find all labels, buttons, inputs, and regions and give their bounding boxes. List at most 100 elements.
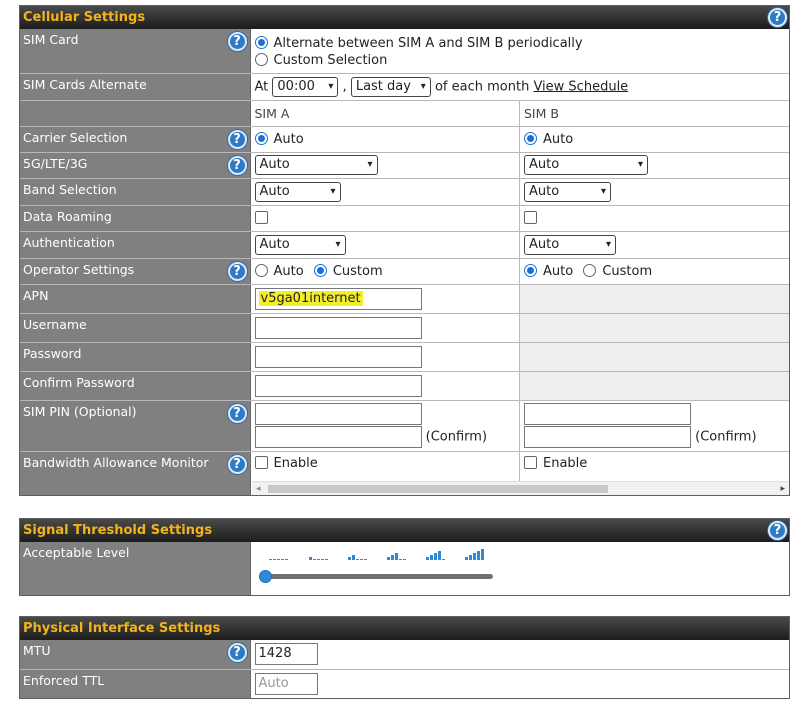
- band-b-select[interactable]: Auto ▾: [524, 181, 611, 202]
- band-a-cell: Auto ▾: [250, 178, 520, 206]
- network-mode-label: 5G/LTE/3G ?: [20, 152, 251, 179]
- help-icon[interactable]: ?: [768, 8, 787, 27]
- mtu-cell: 1428: [250, 640, 789, 670]
- sim-pin-b-input[interactable]: [524, 403, 691, 425]
- enforced-ttl-cell: Auto: [250, 669, 789, 698]
- help-icon[interactable]: ?: [227, 403, 247, 423]
- operator-b-custom-radio[interactable]: [583, 263, 597, 277]
- sim-pin-a-input[interactable]: [254, 403, 422, 425]
- physical-interface-title: Physical Interface Settings: [23, 621, 221, 636]
- username-label: Username: [20, 313, 251, 343]
- password-a-input[interactable]: [254, 345, 422, 368]
- sim-card-options: Alternate between SIM A and SIM B period…: [250, 29, 789, 74]
- sim-card-label: SIM Card ?: [20, 29, 251, 74]
- operator-b-cell: Auto Custom: [519, 258, 789, 285]
- apn-a-input[interactable]: v5ga01internet: [254, 287, 422, 310]
- help-icon[interactable]: ?: [227, 129, 247, 149]
- custom-selection-radio[interactable]: [254, 52, 268, 66]
- sim-pin-b-cell: (Confirm): [519, 400, 789, 452]
- acceptable-level-label: Acceptable Level: [20, 542, 251, 595]
- operator-a-custom-radio[interactable]: [313, 263, 327, 277]
- username-a-input[interactable]: [254, 316, 422, 339]
- signal-level-3-icon: [386, 553, 406, 560]
- slider-handle[interactable]: [258, 570, 272, 583]
- roaming-b-checkbox[interactable]: [524, 210, 537, 224]
- enforced-ttl-input[interactable]: Auto: [254, 672, 318, 695]
- carrier-b-auto-radio[interactable]: [524, 131, 537, 145]
- operator-b-auto-radio[interactable]: [524, 263, 537, 277]
- chevron-down-icon: ▾: [328, 80, 334, 92]
- auth-b-cell: Auto ▾: [519, 231, 789, 259]
- scroll-right-icon[interactable]: ▸: [780, 482, 785, 496]
- mtu-input[interactable]: 1428: [254, 643, 318, 666]
- view-schedule-link[interactable]: View Schedule: [533, 79, 628, 94]
- help-icon[interactable]: ?: [227, 643, 247, 662]
- apn-b-cell: [519, 284, 789, 314]
- scrollbar-thumb[interactable]: [268, 485, 608, 493]
- help-icon[interactable]: ?: [227, 32, 247, 51]
- password-a-cell: [250, 342, 520, 372]
- bandwidth-monitor-label: Bandwidth Allowance Monitor ?: [20, 451, 251, 495]
- sim-alternate-controls: At 00:00 ▾ , Last day ▾ of each month View…: [250, 73, 789, 101]
- signal-threshold-panel: Signal Threshold Settings ? Acceptable L…: [19, 518, 790, 596]
- cellular-settings-table: SIM Card ? Alternate between SIM A and S…: [20, 29, 789, 495]
- auth-a-select[interactable]: Auto ▾: [254, 234, 346, 255]
- chevron-down-icon: ▾: [335, 238, 341, 250]
- auth-b-select[interactable]: Auto ▾: [524, 234, 616, 255]
- band-b-cell: Auto ▾: [519, 178, 789, 206]
- sim-alternate-label: SIM Cards Alternate: [20, 73, 251, 101]
- operator-a-cell: Auto Custom: [250, 258, 520, 285]
- sim-pin-a-confirm-input[interactable]: [254, 426, 422, 448]
- alternate-day-select[interactable]: Last day ▾: [350, 76, 431, 97]
- help-icon[interactable]: ?: [227, 155, 247, 175]
- cellular-settings-header: Cellular Settings ?: [20, 6, 789, 29]
- alternate-time-select[interactable]: 00:00 ▾: [272, 76, 339, 97]
- chevron-down-icon: ▾: [600, 185, 606, 197]
- alternate-sim-radio[interactable]: [254, 35, 268, 49]
- column-header-spacer: [20, 100, 251, 127]
- signal-level-0-icon: [268, 559, 288, 560]
- confirm-password-a-cell: [250, 371, 520, 401]
- carrier-a-cell: Auto: [250, 126, 520, 153]
- carrier-a-auto-radio[interactable]: [254, 131, 268, 145]
- chevron-down-icon: ▾: [420, 80, 426, 92]
- sim-pin-a-cell: (Confirm): [250, 400, 520, 452]
- roaming-a-checkbox[interactable]: [254, 210, 268, 224]
- acceptable-level-slider[interactable]: [262, 574, 493, 579]
- network-b-select[interactable]: Auto ▾: [524, 155, 648, 175]
- mtu-label: MTU ?: [20, 640, 251, 670]
- apn-a-cell: v5ga01internet: [250, 284, 520, 314]
- cellular-settings-panel: Cellular Settings ? SIM Card ? Alternate…: [19, 5, 790, 496]
- bandwidth-b-checkbox[interactable]: [524, 455, 537, 469]
- signal-level-5-icon: [464, 549, 484, 560]
- carrier-selection-label: Carrier Selection ?: [20, 126, 251, 153]
- username-a-cell: [250, 313, 520, 343]
- bandwidth-a-checkbox[interactable]: [254, 455, 268, 469]
- auth-a-cell: Auto ▾: [250, 231, 520, 259]
- network-a-select[interactable]: Auto ▾: [254, 155, 378, 175]
- scroll-left-icon[interactable]: ◂: [256, 482, 261, 496]
- carrier-b-cell: Auto: [519, 126, 789, 153]
- signal-level-icons: [268, 549, 484, 560]
- physical-interface-panel: Physical Interface Settings MTU ? 1428 E…: [19, 616, 790, 699]
- signal-threshold-title: Signal Threshold Settings: [23, 523, 213, 538]
- network-a-cell: Auto ▾: [250, 152, 520, 179]
- data-roaming-label: Data Roaming: [20, 205, 251, 232]
- help-icon[interactable]: ?: [227, 454, 247, 474]
- sim-pin-b-confirm-input[interactable]: [524, 426, 691, 448]
- confirm-password-label: Confirm Password: [20, 371, 251, 401]
- help-icon[interactable]: ?: [227, 261, 247, 281]
- sim-b-column-header: SIM B: [519, 100, 789, 127]
- password-label: Password: [20, 342, 251, 372]
- cellular-settings-title: Cellular Settings: [23, 10, 146, 25]
- confirm-password-a-input[interactable]: [254, 374, 422, 397]
- help-icon[interactable]: ?: [768, 521, 787, 540]
- signal-threshold-table: Acceptable Level: [20, 542, 789, 595]
- band-a-select[interactable]: Auto ▾: [254, 181, 341, 202]
- operator-a-auto-radio[interactable]: [254, 263, 268, 277]
- signal-threshold-header: Signal Threshold Settings ?: [20, 519, 789, 542]
- horizontal-scrollbar[interactable]: ◂ ▸: [252, 481, 789, 495]
- physical-interface-header: Physical Interface Settings: [20, 617, 789, 640]
- apn-label: APN: [20, 284, 251, 314]
- chevron-down-icon: ▾: [637, 159, 643, 170]
